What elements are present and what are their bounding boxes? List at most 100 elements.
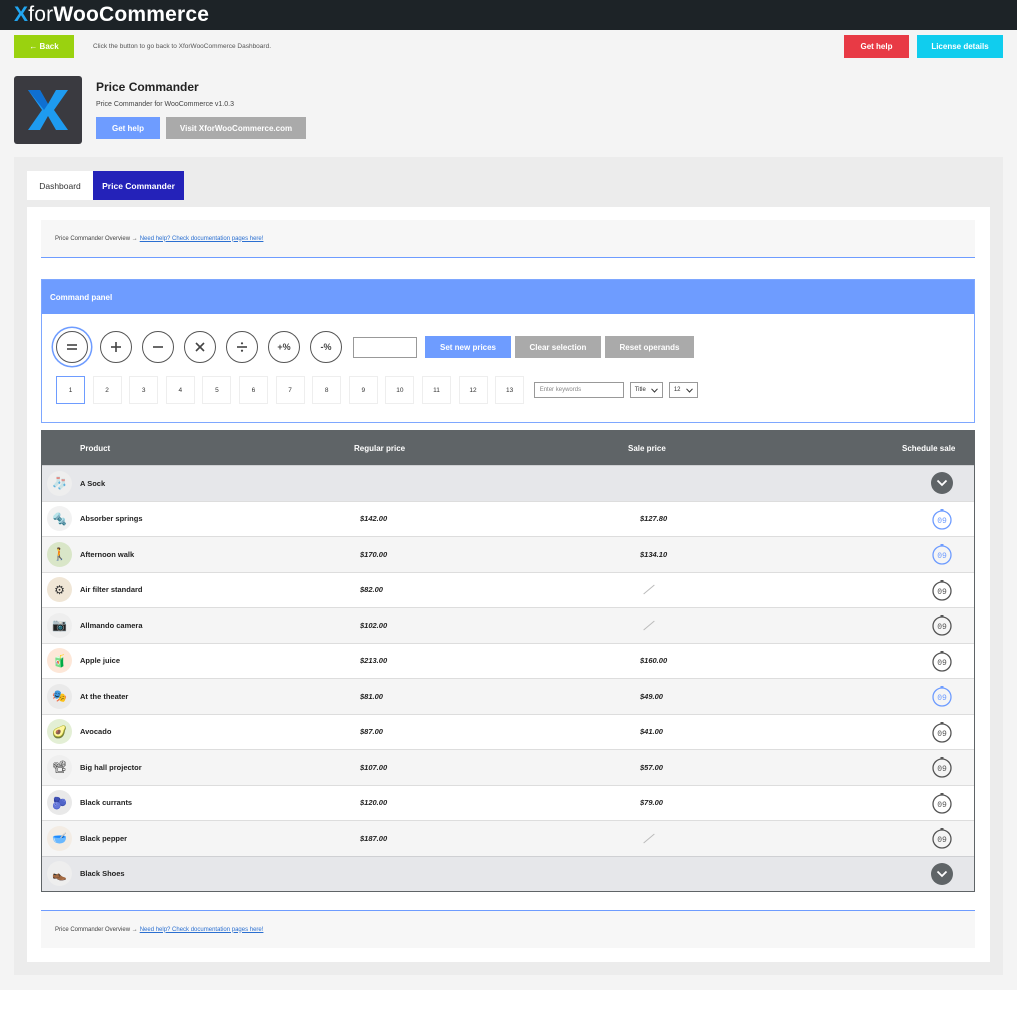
- plus-icon[interactable]: [100, 331, 132, 363]
- empty-sale-price[interactable]: [643, 584, 655, 595]
- plugin-version: Price Commander for WooCommerce v1.0.3: [96, 101, 234, 108]
- minus-percent-icon[interactable]: -%: [310, 331, 342, 363]
- table-row[interactable]: 🧃 Apple juice $213.00 $160.00 09: [42, 642, 974, 678]
- product-name[interactable]: At the theater: [80, 692, 128, 701]
- brand-logo[interactable]: XforWooCommerce: [14, 3, 209, 27]
- product-name[interactable]: Black Shoes: [80, 869, 125, 878]
- regular-price[interactable]: $107.00: [360, 763, 387, 772]
- plugin-get-help-button[interactable]: Get help: [96, 117, 160, 139]
- page-button[interactable]: 9: [348, 376, 378, 404]
- back-button[interactable]: ← Back: [14, 35, 74, 58]
- table-row[interactable]: 📽 Big hall projector $107.00 $57.00 09: [42, 749, 974, 785]
- product-thumbnail: 🔩: [47, 506, 72, 532]
- product-name[interactable]: Apple juice: [80, 656, 120, 665]
- license-details-button[interactable]: License details: [917, 35, 1003, 58]
- schedule-timer-icon[interactable]: 09: [931, 827, 953, 849]
- plus-percent-icon[interactable]: +%: [268, 331, 300, 363]
- chevron-down-icon[interactable]: [931, 472, 953, 495]
- schedule-timer-icon[interactable]: 09: [931, 792, 953, 814]
- schedule-timer-icon[interactable]: 09: [931, 614, 953, 636]
- table-row[interactable]: 🧦 A Sock: [42, 465, 974, 501]
- sale-price[interactable]: $134.10: [640, 550, 667, 559]
- regular-price[interactable]: $87.00: [360, 727, 383, 736]
- table-row[interactable]: 🚶 Afternoon walk $170.00 $134.10 09: [42, 536, 974, 572]
- minus-icon[interactable]: [142, 331, 174, 363]
- page-button[interactable]: 4: [165, 376, 195, 404]
- page-button[interactable]: 13: [495, 376, 525, 404]
- svg-text:09: 09: [937, 588, 947, 597]
- documentation-link[interactable]: Need help? Check documentation pages her…: [140, 236, 264, 242]
- product-name[interactable]: Avocado: [80, 727, 111, 736]
- table-row[interactable]: 📷 Allmando camera $102.00 09: [42, 607, 974, 643]
- reset-operands-button[interactable]: Reset operands: [605, 336, 694, 358]
- regular-price[interactable]: $82.00: [360, 585, 383, 594]
- schedule-timer-icon[interactable]: 09: [931, 685, 953, 707]
- schedule-timer-icon[interactable]: 09: [931, 756, 953, 778]
- empty-sale-price[interactable]: [643, 833, 655, 844]
- schedule-timer-icon[interactable]: 09: [931, 579, 953, 601]
- regular-price[interactable]: $187.00: [360, 834, 387, 843]
- table-row[interactable]: 🔩 Absorber springs $142.00 $127.80 09: [42, 500, 974, 536]
- product-thumbnail: 🧦: [47, 470, 72, 496]
- chevron-down-icon[interactable]: [931, 862, 953, 885]
- table-row[interactable]: 👞 Black Shoes: [42, 855, 974, 891]
- product-name[interactable]: Air filter standard: [80, 585, 143, 594]
- schedule-timer-icon[interactable]: 09: [931, 508, 953, 530]
- multiply-icon[interactable]: [184, 331, 216, 363]
- page-button[interactable]: 11: [421, 376, 451, 404]
- sale-price[interactable]: $41.00: [640, 727, 663, 736]
- regular-price[interactable]: $170.00: [360, 550, 387, 559]
- product-name[interactable]: Allmando camera: [80, 621, 143, 630]
- product-name[interactable]: Black currants: [80, 798, 132, 807]
- page-button[interactable]: 12: [458, 376, 488, 404]
- regular-price[interactable]: $120.00: [360, 798, 387, 807]
- tab-dashboard[interactable]: Dashboard: [27, 171, 93, 200]
- documentation-link[interactable]: Need help? Check documentation pages her…: [140, 927, 264, 933]
- page-button[interactable]: 5: [202, 376, 232, 404]
- product-name[interactable]: Black pepper: [80, 834, 127, 843]
- page-button[interactable]: 10: [385, 376, 415, 404]
- sale-price[interactable]: $79.00: [640, 798, 663, 807]
- table-row[interactable]: 🎭 At the theater $81.00 $49.00 09: [42, 678, 974, 714]
- product-name[interactable]: Big hall projector: [80, 763, 142, 772]
- page-button[interactable]: 2: [92, 376, 122, 404]
- page-button[interactable]: 8: [312, 376, 342, 404]
- visit-site-button[interactable]: Visit XforWooCommerce.com: [166, 117, 306, 139]
- sale-price[interactable]: $57.00: [640, 763, 663, 772]
- schedule-timer-icon[interactable]: 09: [931, 543, 953, 565]
- divide-icon[interactable]: [226, 331, 258, 363]
- empty-sale-price[interactable]: [643, 620, 655, 631]
- schedule-timer-icon[interactable]: 09: [931, 650, 953, 672]
- regular-price[interactable]: $213.00: [360, 656, 387, 665]
- table-row[interactable]: ⚙ Air filter standard $82.00 09: [42, 571, 974, 607]
- table-row[interactable]: 🥣 Black pepper $187.00 09: [42, 820, 974, 856]
- sort-select[interactable]: Title: [629, 382, 663, 398]
- product-thumbnail: 🫐: [47, 790, 72, 816]
- set-new-prices-button[interactable]: Set new prices: [425, 336, 511, 358]
- regular-price[interactable]: $81.00: [360, 692, 383, 701]
- regular-price[interactable]: $102.00: [360, 621, 387, 630]
- product-name[interactable]: A Sock: [80, 479, 105, 488]
- product-name[interactable]: Afternoon walk: [80, 550, 134, 559]
- clear-selection-button[interactable]: Clear selection: [515, 336, 601, 358]
- schedule-timer-icon[interactable]: 09: [931, 721, 953, 743]
- page-button[interactable]: 7: [275, 376, 305, 404]
- get-help-button[interactable]: Get help: [844, 35, 909, 58]
- per-page-select[interactable]: 12: [668, 382, 698, 398]
- sale-price[interactable]: $49.00: [640, 692, 663, 701]
- product-thumbnail: 🚶: [47, 541, 72, 567]
- keywords-input[interactable]: Enter keywords: [533, 382, 624, 398]
- regular-price[interactable]: $142.00: [360, 514, 387, 523]
- page-button[interactable]: 1: [56, 376, 85, 404]
- operand-input[interactable]: [353, 336, 417, 358]
- tab-price-commander[interactable]: Price Commander: [93, 171, 184, 200]
- equals-icon[interactable]: [56, 331, 88, 363]
- product-name[interactable]: Absorber springs: [80, 514, 143, 523]
- sale-price[interactable]: $160.00: [640, 656, 667, 665]
- per-page-value: 12: [673, 387, 681, 393]
- sale-price[interactable]: $127.80: [640, 514, 667, 523]
- table-row[interactable]: 🥑 Avocado $87.00 $41.00 09: [42, 713, 974, 749]
- page-button[interactable]: 6: [238, 376, 268, 404]
- table-row[interactable]: 🫐 Black currants $120.00 $79.00 09: [42, 784, 974, 820]
- page-button[interactable]: 3: [129, 376, 159, 404]
